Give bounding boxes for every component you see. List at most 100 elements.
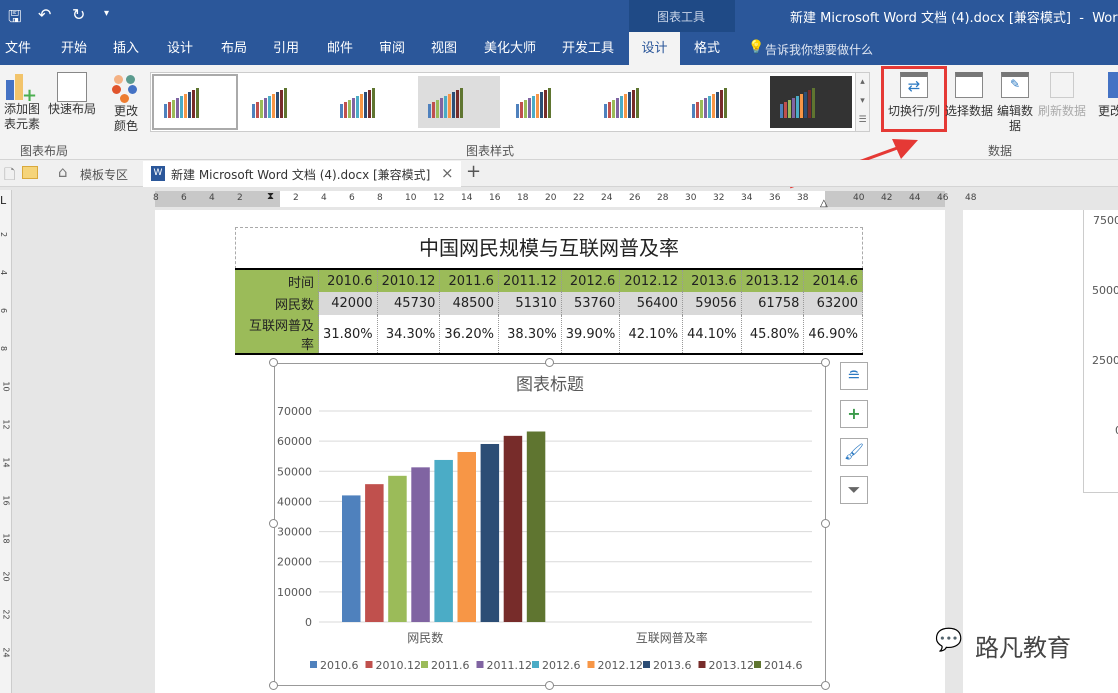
axis-label: 25000 bbox=[1092, 354, 1118, 367]
tell-me-input[interactable]: 告诉我你想要做什么 bbox=[765, 41, 873, 58]
ruler-tick: 18 bbox=[517, 193, 529, 203]
thumb-bar bbox=[720, 90, 723, 118]
refresh-data-icon bbox=[1050, 72, 1074, 98]
legend-swatch bbox=[365, 661, 373, 668]
resize-handle[interactable] bbox=[821, 681, 830, 690]
customize-toolbar[interactable]: ▾ bbox=[104, 8, 109, 19]
legend-swatch bbox=[698, 661, 706, 668]
ruler-tick: 30 bbox=[685, 193, 697, 203]
save-icon[interactable]: 🖫 bbox=[8, 6, 22, 33]
context-tab-label: 图表工具 bbox=[657, 10, 706, 24]
chart-style-thumbnail[interactable] bbox=[682, 76, 764, 128]
tab-developer[interactable]: 开发工具 bbox=[556, 32, 620, 65]
new-doc-icon[interactable]: 🗋 bbox=[4, 164, 15, 188]
tab-templates[interactable]: 模板专区 bbox=[80, 166, 128, 183]
add-chart-element-button[interactable]: + 添加图表元素 bbox=[0, 72, 44, 132]
thumb-bar bbox=[252, 104, 255, 118]
close-tab-icon[interactable]: × bbox=[441, 164, 454, 182]
ruler-tick: 28 bbox=[657, 193, 669, 203]
thumb-bar bbox=[804, 92, 807, 118]
chart-style-thumbnail[interactable] bbox=[152, 74, 238, 130]
tab-layout[interactable]: 布局 bbox=[214, 32, 254, 65]
bar-2011.12-网民数 bbox=[411, 467, 430, 622]
thumb-bar bbox=[280, 90, 283, 118]
select-data-button[interactable]: 选择数据 bbox=[944, 72, 994, 119]
layout-options-icon[interactable]: ≘ bbox=[840, 362, 868, 390]
tab-format[interactable]: 格式 bbox=[682, 32, 732, 65]
thumb-bar bbox=[340, 104, 343, 118]
chart-style-thumbnail[interactable] bbox=[242, 76, 324, 128]
axis-label: 75000 bbox=[1093, 214, 1118, 227]
resize-handle[interactable] bbox=[545, 358, 554, 367]
refresh-data-button[interactable]: 刷新数据 bbox=[1036, 72, 1088, 119]
quick-layout-button[interactable]: 快速布局 bbox=[46, 72, 98, 117]
quick-layout-label: 快速布局 bbox=[47, 102, 96, 116]
legend-swatch bbox=[643, 661, 650, 668]
chart-style-thumbnail[interactable] bbox=[770, 76, 852, 128]
tab-references[interactable]: 引用 bbox=[266, 32, 306, 65]
chart-filter-icon[interactable]: ⏷ bbox=[840, 476, 868, 504]
thumb-bar bbox=[272, 94, 275, 118]
change-type-label: 更改图表类型 bbox=[1098, 104, 1118, 118]
switch-row-column-button[interactable]: ⇄ 切换行/列 bbox=[884, 72, 944, 119]
folder-icon[interactable] bbox=[22, 166, 38, 179]
resize-handle[interactable] bbox=[821, 519, 830, 528]
undo-icon[interactable]: ↶ bbox=[38, 5, 51, 24]
redo-icon[interactable]: ↻ bbox=[72, 5, 85, 24]
thumb-bar bbox=[172, 100, 175, 118]
thumb-bar bbox=[704, 98, 707, 118]
thumb-bar bbox=[256, 102, 259, 118]
tab-home[interactable]: 开始 bbox=[54, 32, 94, 65]
tab-review[interactable]: 审阅 bbox=[372, 32, 412, 65]
vruler-tick: 14 bbox=[1, 457, 11, 468]
resize-handle[interactable] bbox=[269, 358, 278, 367]
ruler-tick: 8 bbox=[153, 193, 159, 203]
chart-styles-gallery[interactable]: ▴ ▾ ☰ bbox=[150, 72, 870, 132]
thumb-bar bbox=[192, 90, 195, 118]
table-cell: 42.10% bbox=[619, 315, 684, 354]
home-icon[interactable]: ⌂ bbox=[58, 163, 68, 181]
chart-style-thumbnail[interactable] bbox=[506, 76, 588, 128]
thumb-bar bbox=[364, 92, 367, 118]
change-chart-type-button[interactable]: 更改图表类型 bbox=[1098, 72, 1118, 119]
tab-view[interactable]: 视图 bbox=[424, 32, 464, 65]
vruler-tick: 8 bbox=[0, 346, 8, 351]
resize-handle[interactable] bbox=[545, 681, 554, 690]
y-tick-label: 70000 bbox=[277, 405, 312, 418]
chart-elements-plus-icon[interactable]: + bbox=[840, 400, 868, 428]
tab-selector[interactable]: L bbox=[0, 194, 6, 207]
tab-beautify[interactable]: 美化大师 bbox=[478, 32, 542, 65]
table-cell: 2010.12 bbox=[377, 269, 441, 292]
ruler-tick: 34 bbox=[741, 193, 753, 203]
new-tab-button[interactable]: + bbox=[466, 161, 481, 182]
tab-mailings[interactable]: 邮件 bbox=[320, 32, 360, 65]
gallery-scroll[interactable]: ▴ ▾ ☰ bbox=[855, 73, 869, 131]
chart-style-thumbnail[interactable] bbox=[330, 76, 412, 128]
y-tick-label: 0 bbox=[305, 616, 312, 629]
tab-insert[interactable]: 插入 bbox=[106, 32, 146, 65]
indent-marker[interactable]: ⧗ bbox=[267, 191, 274, 202]
tab-document[interactable]: W 新建 Microsoft Word 文档 (4).docx [兼容模式] × bbox=[143, 161, 461, 187]
tab-design-doc[interactable]: 设计 bbox=[160, 32, 200, 65]
refresh-data-label: 刷新数据 bbox=[1037, 104, 1086, 118]
tab-chart-design[interactable]: 设计 bbox=[629, 32, 680, 65]
resize-handle[interactable] bbox=[269, 519, 278, 528]
edit-data-button[interactable]: ✎ 编辑数据 bbox=[996, 72, 1034, 134]
palette-icon bbox=[104, 72, 148, 104]
chart-style-thumbnail[interactable] bbox=[594, 76, 676, 128]
vruler-tick: 10 bbox=[1, 381, 11, 392]
table-cell: 59056 bbox=[682, 292, 742, 315]
legend-entry: 2010.12 bbox=[376, 659, 422, 672]
chart-style-thumbnail[interactable] bbox=[418, 76, 500, 128]
right-indent-marker[interactable]: △ bbox=[820, 198, 828, 209]
ruler-tick: 32 bbox=[713, 193, 725, 203]
row-header: 互联网普及率 bbox=[235, 315, 320, 354]
tab-file[interactable]: 文件 bbox=[0, 32, 36, 65]
resize-handle[interactable] bbox=[821, 358, 830, 367]
change-colors-button[interactable]: 更改颜色 bbox=[104, 72, 148, 134]
thumb-bar bbox=[792, 98, 795, 118]
resize-handle[interactable] bbox=[269, 681, 278, 690]
group-data: 数据 bbox=[988, 144, 1013, 158]
chart-styles-brush-icon[interactable]: 🖌 bbox=[840, 438, 868, 466]
thumb-bar bbox=[184, 94, 187, 118]
